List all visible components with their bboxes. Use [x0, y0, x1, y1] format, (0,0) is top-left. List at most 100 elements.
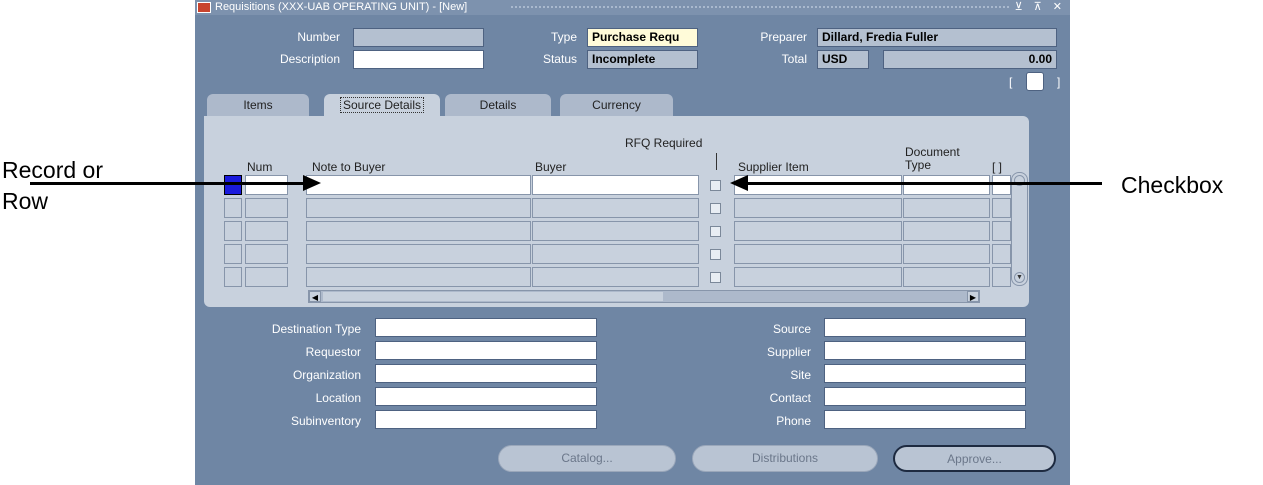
- row-selector[interactable]: [224, 198, 242, 218]
- cell-flexfield[interactable]: [992, 267, 1011, 287]
- subinventory-field[interactable]: [375, 410, 597, 429]
- cell-note-to-buyer[interactable]: [306, 221, 531, 241]
- cell-num[interactable]: [245, 198, 288, 218]
- rfq-checkbox[interactable]: [710, 180, 721, 191]
- tab-items-label: Items: [243, 98, 273, 112]
- cell-supplier-item[interactable]: [734, 198, 902, 218]
- row-selector[interactable]: [224, 221, 242, 241]
- window-title: Requisitions (XXX-UAB OPERATING UNIT) - …: [215, 1, 468, 13]
- title-bar-pattern: [510, 5, 1010, 10]
- cell-document-type[interactable]: [903, 198, 990, 218]
- contact-label: Contact: [769, 391, 811, 405]
- location-field[interactable]: [375, 387, 597, 406]
- cell-buyer[interactable]: [532, 267, 699, 287]
- col-document-type-1: Document: [905, 145, 960, 159]
- cell-flexfield[interactable]: [992, 244, 1011, 264]
- cell-num[interactable]: [245, 244, 288, 264]
- cell-note-to-buyer[interactable]: [306, 244, 531, 264]
- type-field[interactable]: Purchase Requ: [587, 28, 698, 47]
- supplier-field[interactable]: [824, 341, 1026, 360]
- destination-type-field[interactable]: [375, 318, 597, 337]
- col-flexfield: [ ]: [992, 160, 1003, 174]
- cell-num[interactable]: [245, 267, 288, 287]
- cell-document-type[interactable]: [903, 175, 990, 195]
- cell-flexfield[interactable]: [992, 175, 1011, 195]
- preparer-field[interactable]: Dillard, Fredia Fuller: [817, 28, 1057, 47]
- tab-currency[interactable]: Currency: [560, 94, 673, 116]
- header-flexfield[interactable]: [1026, 72, 1044, 91]
- requestor-field[interactable]: [375, 341, 597, 360]
- vertical-scrollbar[interactable]: ▼: [1011, 172, 1028, 286]
- cell-flexfield[interactable]: [992, 198, 1011, 218]
- site-label: Site: [790, 368, 811, 382]
- horizontal-scroll-thumb[interactable]: [323, 292, 663, 301]
- number-field[interactable]: [353, 28, 484, 47]
- row-selector-current[interactable]: [224, 175, 242, 195]
- description-field[interactable]: [353, 50, 484, 69]
- scroll-right-icon[interactable]: ▶: [967, 291, 979, 302]
- scroll-left-icon[interactable]: ◀: [309, 291, 321, 302]
- tab-currency-label: Currency: [592, 98, 641, 112]
- rfq-checkbox[interactable]: [710, 272, 721, 283]
- cell-supplier-item[interactable]: [734, 267, 902, 287]
- title-bar: Requisitions (XXX-UAB OPERATING UNIT) - …: [195, 0, 1070, 15]
- cell-num[interactable]: [245, 175, 288, 195]
- status-label: Status: [542, 52, 577, 66]
- tab-source-details[interactable]: Source Details: [324, 94, 440, 116]
- checkbox-arrow-line: [746, 182, 1102, 185]
- subinventory-label: Subinventory: [290, 414, 361, 428]
- organization-field[interactable]: [375, 364, 597, 383]
- row-selector[interactable]: [224, 267, 242, 287]
- phone-field[interactable]: [824, 410, 1026, 429]
- destination-type-label: Destination Type: [271, 322, 361, 336]
- scroll-down-icon[interactable]: ▼: [1014, 272, 1025, 283]
- col-buyer: Buyer: [535, 160, 567, 174]
- rfq-checkbox[interactable]: [710, 203, 721, 214]
- row-selector[interactable]: [224, 244, 242, 264]
- distributions-button[interactable]: Distributions: [692, 445, 878, 472]
- cell-buyer[interactable]: [532, 221, 699, 241]
- col-num: Num: [247, 160, 273, 174]
- tab-source-details-label: Source Details: [339, 97, 425, 113]
- number-label: Number: [297, 30, 340, 44]
- location-label: Location: [315, 391, 361, 405]
- annotation-checkbox: Checkbox: [1121, 172, 1224, 198]
- col-rfq-required: RFQ Required: [625, 136, 703, 150]
- site-field[interactable]: [824, 364, 1026, 383]
- app-icon: [197, 2, 211, 13]
- cell-note-to-buyer[interactable]: [306, 267, 531, 287]
- approve-button[interactable]: Approve...: [893, 445, 1056, 472]
- total-label: Total: [781, 52, 807, 66]
- cell-buyer[interactable]: [532, 244, 699, 264]
- cell-document-type[interactable]: [903, 267, 990, 287]
- cell-note-to-buyer[interactable]: [306, 198, 531, 218]
- rfq-checkbox[interactable]: [710, 249, 721, 260]
- total-field[interactable]: 0.00: [883, 50, 1057, 69]
- cell-buyer[interactable]: [532, 198, 699, 218]
- rfq-checkbox[interactable]: [710, 226, 721, 237]
- rfq-divider: [716, 153, 717, 170]
- status-field[interactable]: Incomplete: [587, 50, 698, 69]
- cell-supplier-item[interactable]: [734, 244, 902, 264]
- requisitions-window: Requisitions (XXX-UAB OPERATING UNIT) - …: [195, 0, 1070, 485]
- horizontal-scrollbar[interactable]: ◀ ▶: [308, 290, 980, 303]
- col-supplier-item: Supplier Item: [738, 160, 809, 174]
- contact-field[interactable]: [824, 387, 1026, 406]
- supplier-label: Supplier: [766, 345, 811, 359]
- preparer-label: Preparer: [760, 30, 807, 44]
- cell-num[interactable]: [245, 221, 288, 241]
- cell-buyer[interactable]: [532, 175, 699, 195]
- cell-supplier-item[interactable]: [734, 175, 902, 195]
- cell-supplier-item[interactable]: [734, 221, 902, 241]
- tab-items[interactable]: Items: [207, 94, 309, 116]
- cell-document-type[interactable]: [903, 221, 990, 241]
- catalog-button[interactable]: Catalog...: [498, 445, 676, 472]
- source-field[interactable]: [824, 318, 1026, 337]
- window-controls[interactable]: ⊻ ⊼ ✕: [1015, 0, 1066, 15]
- cell-note-to-buyer[interactable]: [306, 175, 531, 195]
- source-label: Source: [772, 322, 811, 336]
- tab-details[interactable]: Details: [445, 94, 551, 116]
- cell-document-type[interactable]: [903, 244, 990, 264]
- currency-field[interactable]: USD: [817, 50, 869, 69]
- cell-flexfield[interactable]: [992, 221, 1011, 241]
